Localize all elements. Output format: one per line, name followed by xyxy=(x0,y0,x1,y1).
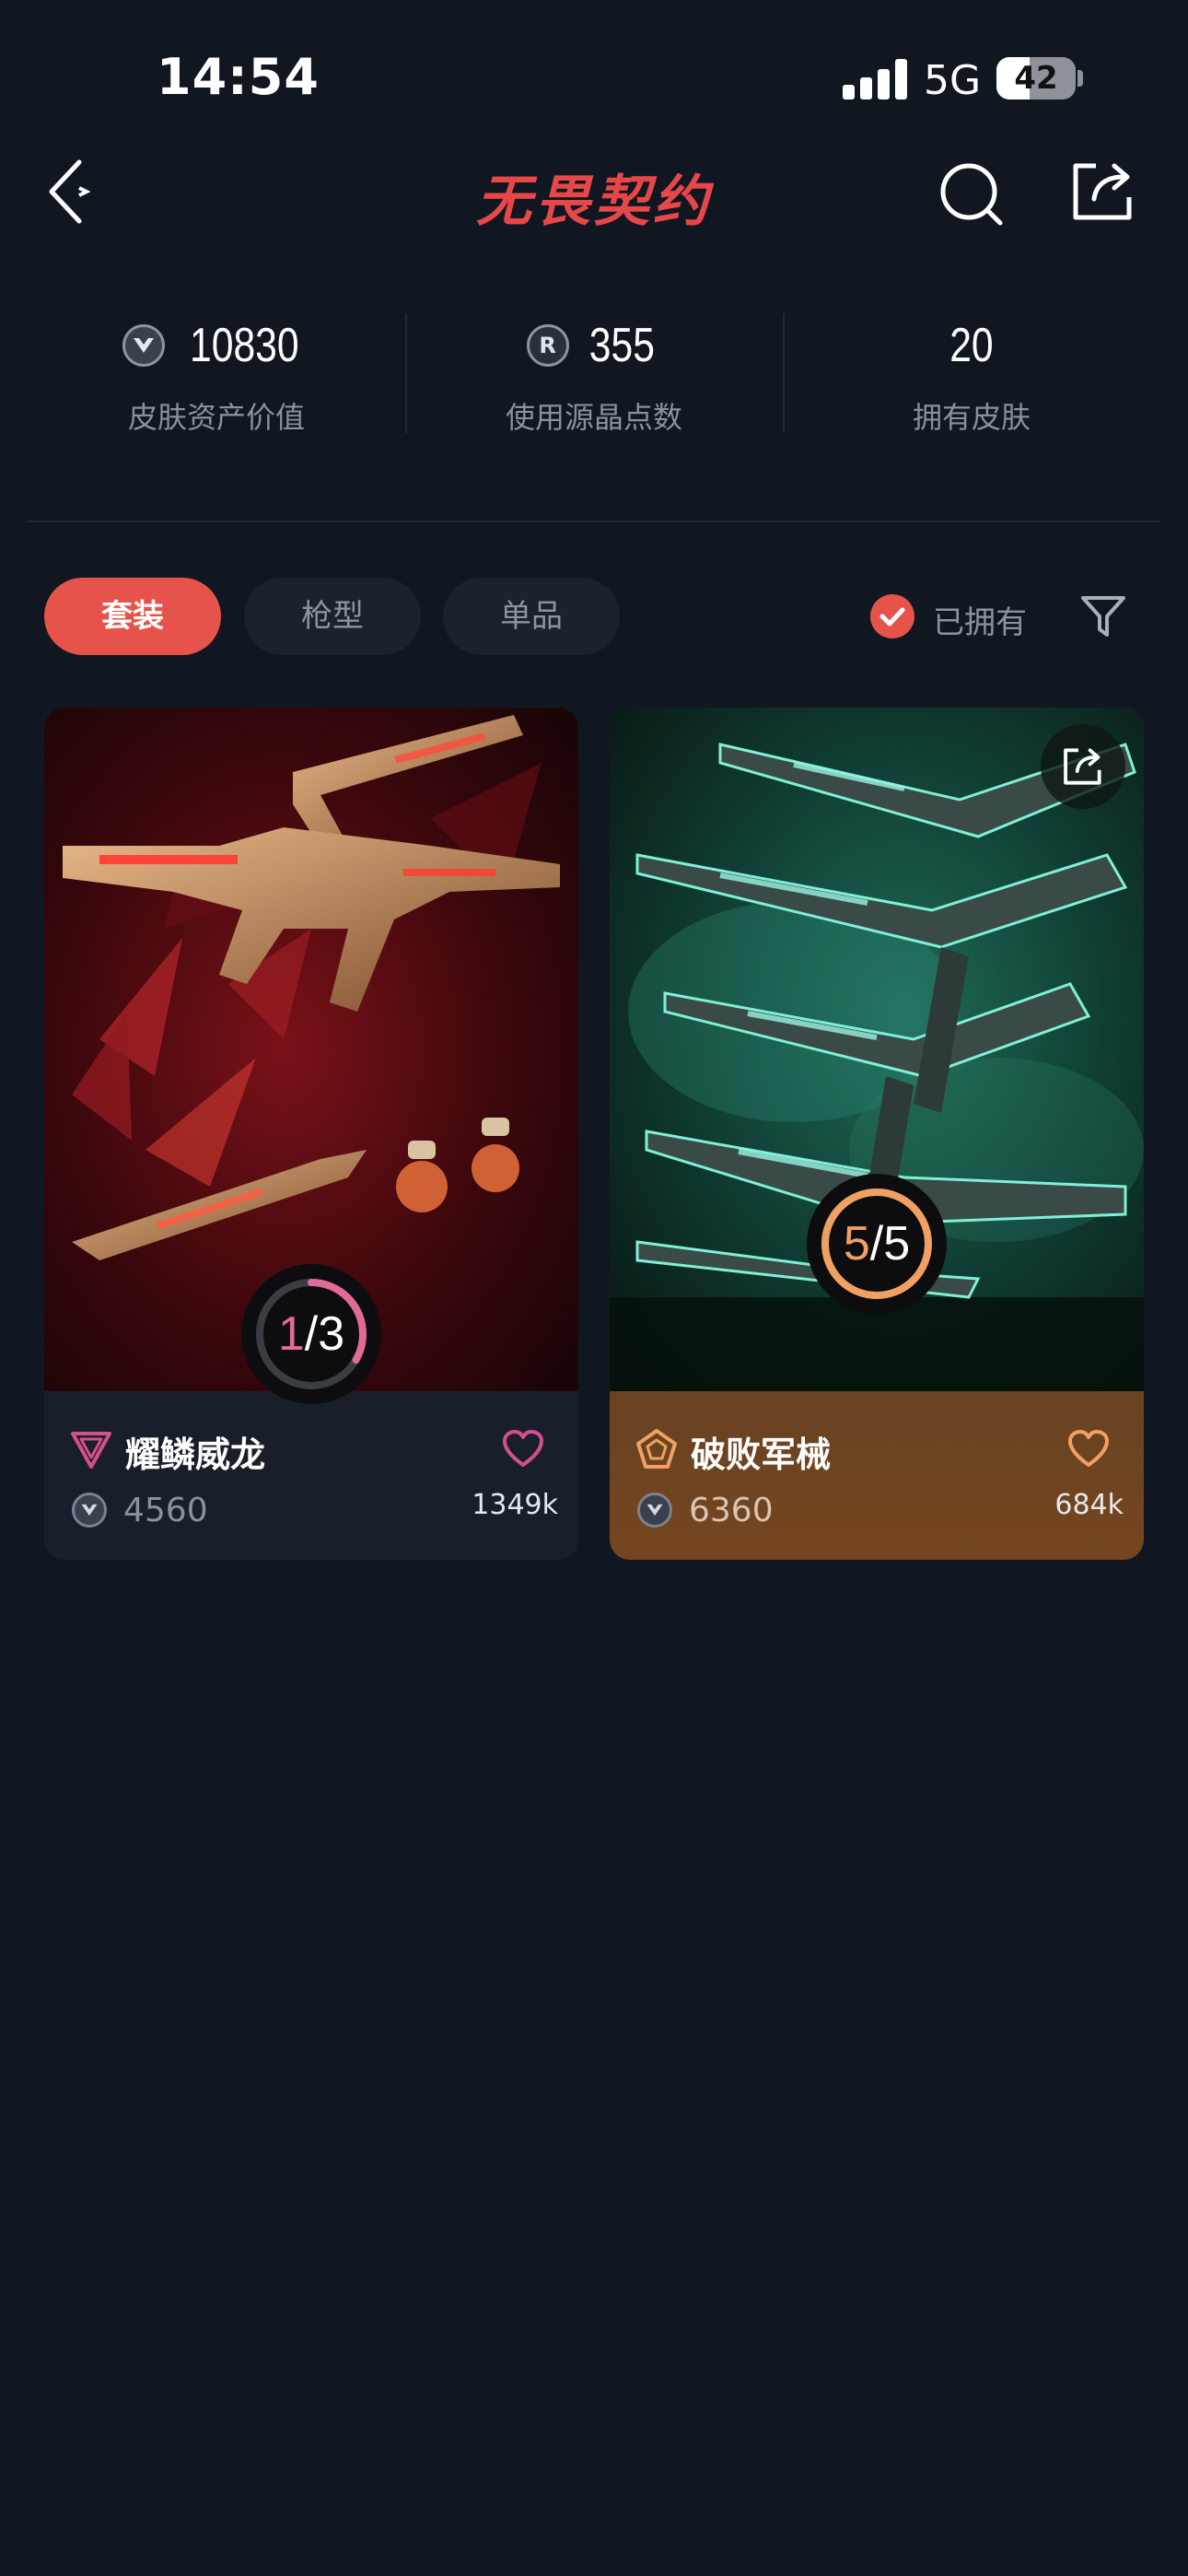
bundle-price: 6360 xyxy=(689,1491,774,1529)
stat-value: 10830 xyxy=(189,319,299,372)
progress-text: 1/3 xyxy=(277,1307,345,1361)
card-info: 耀鳞威龙 4560 1349k xyxy=(44,1391,578,1560)
vp-coin-icon xyxy=(637,1493,672,1528)
funnel-icon xyxy=(1081,596,1125,637)
progress-owned: 1 xyxy=(277,1307,305,1361)
bundle-name: 破败军械 xyxy=(691,1434,832,1475)
bundle-name: 耀鳞威龙 xyxy=(125,1434,266,1475)
price-row: 4560 xyxy=(72,1487,208,1533)
stat-asset-value: 10830 皮肤资产价值 xyxy=(28,313,405,442)
stat-label: 使用源晶点数 xyxy=(505,400,682,435)
premium-tier-icon xyxy=(71,1432,111,1469)
collection-progress: 1/3 xyxy=(238,1260,385,1408)
search-icon xyxy=(940,163,1003,226)
battery-tip xyxy=(1077,70,1083,87)
radianite-icon: R xyxy=(526,324,569,367)
filter-button[interactable] xyxy=(1079,592,1127,640)
card-info: 破败军械 6360 684k xyxy=(610,1391,1144,1560)
vp-coin-icon xyxy=(72,1493,107,1528)
likes-count: 684k xyxy=(1054,1489,1124,1521)
section-divider xyxy=(28,521,1160,522)
heart-icon[interactable] xyxy=(501,1428,545,1470)
battery-icon: 42 xyxy=(996,57,1076,100)
bundle-card[interactable]: 5/5 破败军械 6360 684k xyxy=(610,708,1144,1560)
price-row: 6360 xyxy=(637,1487,774,1533)
stat-value: 355 xyxy=(588,319,655,372)
bundle-card[interactable]: 1/3 耀鳞威龙 4560 1349k xyxy=(44,708,578,1560)
stats-panel: 10830 皮肤资产价值 R 355 使用源晶点数 20 拥有皮肤 xyxy=(28,313,1160,442)
owned-checkbox[interactable] xyxy=(870,594,914,638)
page-title: 无畏契约 xyxy=(476,170,712,234)
stat-label: 皮肤资产价值 xyxy=(127,400,305,435)
stat-owned-skins: 20 拥有皮肤 xyxy=(783,313,1160,442)
back-button[interactable] xyxy=(42,155,107,228)
chevron-left-icon xyxy=(49,159,91,224)
status-time: 14:54 xyxy=(157,48,320,106)
tab-single-item[interactable]: 单品 xyxy=(443,578,620,655)
likes-count: 1349k xyxy=(472,1489,558,1521)
card-share-button[interactable] xyxy=(1041,724,1125,809)
status-bar: 14:54 5G 42 xyxy=(0,0,1188,157)
network-type: 5G xyxy=(924,57,982,104)
bundle-price: 4560 xyxy=(123,1491,208,1529)
share-icon xyxy=(1073,163,1132,220)
vp-coin-icon xyxy=(122,324,165,367)
tab-bundles[interactable]: 套装 xyxy=(44,578,221,655)
search-button[interactable] xyxy=(936,157,1009,230)
progress-total: 5 xyxy=(883,1217,911,1270)
stat-radianite-points: R 355 使用源晶点数 xyxy=(405,313,783,442)
collection-progress: 5/5 xyxy=(803,1170,950,1317)
heart-icon[interactable] xyxy=(1066,1428,1111,1470)
exclusive-tier-icon xyxy=(636,1429,677,1469)
progress-text: 5/5 xyxy=(843,1217,911,1270)
share-button[interactable] xyxy=(1068,157,1138,227)
tab-weapon-type[interactable]: 枪型 xyxy=(244,578,421,655)
stat-label: 拥有皮肤 xyxy=(912,400,1031,435)
signal-icon xyxy=(843,59,907,100)
progress-owned: 5 xyxy=(843,1217,870,1270)
owned-filter-label[interactable]: 已拥有 xyxy=(933,597,1027,642)
battery-level: 42 xyxy=(1014,60,1058,97)
progress-total: 3 xyxy=(318,1307,345,1361)
checkmark-icon xyxy=(879,607,905,626)
stat-value: 20 xyxy=(949,319,994,372)
share-icon xyxy=(1064,748,1101,785)
